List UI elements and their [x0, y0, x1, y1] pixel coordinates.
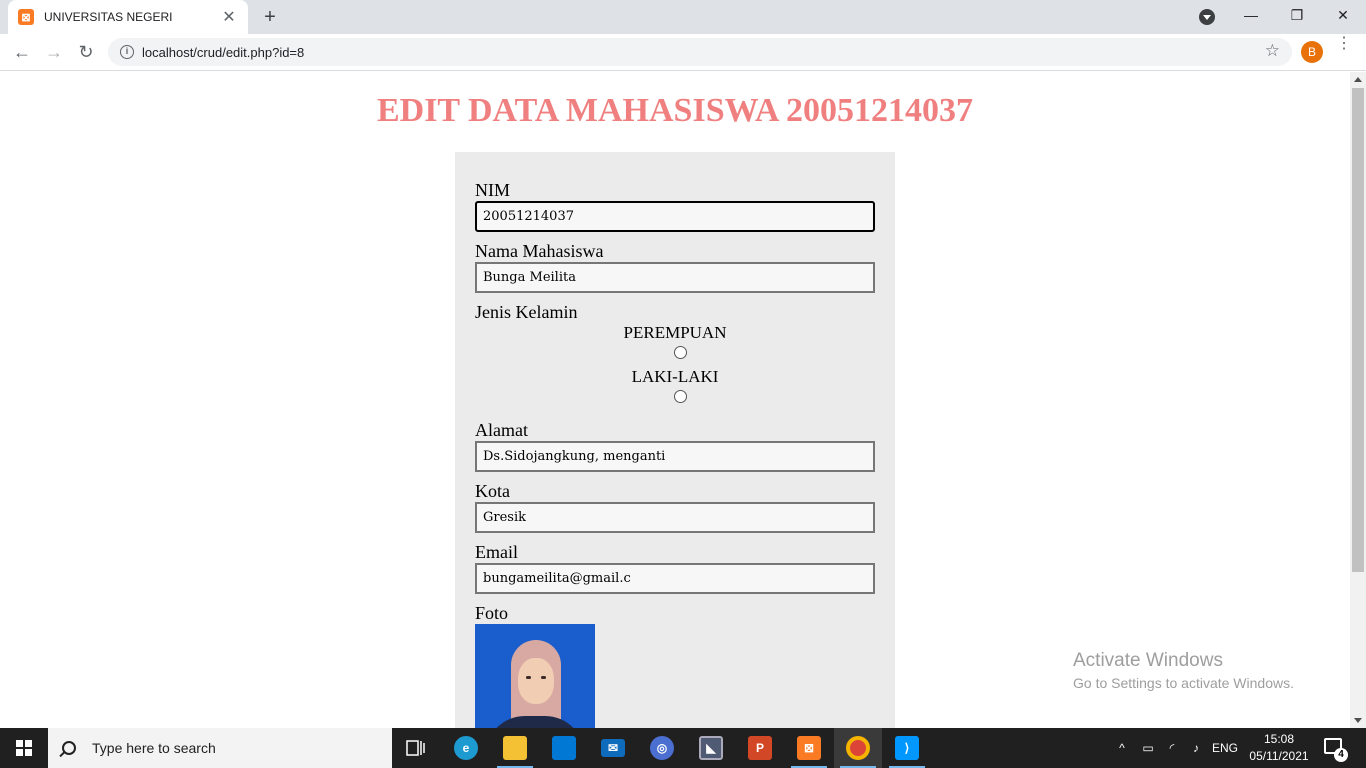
vscode-taskbar-button[interactable]: ⟩ [883, 728, 931, 768]
forward-button[interactable]: → [42, 40, 66, 64]
email-label: Email [475, 542, 518, 562]
search-icon [62, 741, 76, 755]
nim-input[interactable]: 20051214037 [475, 201, 875, 232]
reload-button[interactable]: ↻ [74, 40, 98, 64]
battery-icon[interactable]: ▭ [1138, 728, 1158, 768]
foto-label: Foto [475, 603, 509, 623]
windows-taskbar: Type here to search e ✉ ◎ ◣ P ⊠ ⟩ ^ ▭ ◜ … [0, 728, 1366, 768]
powerpoint-icon: P [748, 736, 772, 760]
gender-male-radio[interactable] [673, 390, 687, 403]
file-explorer-taskbar-button[interactable] [491, 728, 539, 768]
edit-form: NIM 20051214037 Nama Mahasiswa Bunga Mei… [455, 152, 895, 728]
kota-label: Kota [475, 481, 510, 501]
volume-icon[interactable]: ♪ [1186, 728, 1206, 768]
chrome-alt-taskbar-button[interactable]: ◎ [638, 728, 686, 768]
scroll-down-icon[interactable] [1354, 718, 1362, 723]
address-bar[interactable]: i localhost/crud/edit.php?id=8 ☆ [108, 38, 1292, 66]
xampp-favicon-icon: ⊠ [18, 9, 34, 25]
close-window-button[interactable]: ✕ [1320, 0, 1366, 32]
task-view-icon [406, 740, 425, 756]
bookmark-star-icon[interactable]: ☆ [1265, 41, 1280, 61]
alamat-input[interactable]: Ds.Sidojangkung, menganti [475, 441, 875, 472]
edge-icon: e [454, 736, 478, 760]
nim-label: NIM [475, 180, 510, 200]
mail-taskbar-button[interactable]: ✉ [589, 728, 637, 768]
snipping-taskbar-button[interactable]: ◣ [687, 728, 735, 768]
taskbar-search[interactable]: Type here to search [48, 728, 392, 768]
page-title: EDIT DATA MAHASISWA 20051214037 [376, 92, 974, 129]
chrome-taskbar-button[interactable] [834, 728, 882, 768]
search-placeholder: Type here to search [92, 740, 216, 756]
browser-tab[interactable]: ⊠ UNIVERSITAS NEGERI ✕ [8, 0, 248, 34]
folder-icon [503, 736, 527, 760]
gender-female-radio[interactable] [673, 346, 687, 359]
gender-option-female-label: PEREMPUAN [623, 323, 727, 342]
url-text[interactable]: localhost/crud/edit.php?id=8 [142, 45, 304, 60]
store-taskbar-button[interactable] [540, 728, 588, 768]
tab-close-icon[interactable]: ✕ [220, 7, 238, 27]
page-scrollbar[interactable] [1350, 72, 1366, 728]
email-input[interactable]: bungameilita@gmail.c [475, 563, 875, 594]
browser-tab-strip: ⊠ UNIVERSITAS NEGERI ✕ + — ❐ ✕ [0, 0, 1366, 34]
minimize-button[interactable]: — [1228, 0, 1274, 32]
gender-label: Jenis Kelamin [475, 302, 578, 322]
edge-taskbar-button[interactable]: e [442, 728, 490, 768]
page-viewport: EDIT DATA MAHASISWA 20051214037 NIM 2005… [0, 72, 1350, 728]
scroll-thumb[interactable] [1352, 88, 1364, 572]
restore-button[interactable]: ❐ [1274, 0, 1320, 32]
kota-input[interactable]: Gresik [475, 502, 875, 533]
store-bag-icon [552, 736, 576, 760]
chrome-icon [846, 736, 870, 760]
task-view-button[interactable] [392, 728, 440, 768]
activate-windows-watermark: Activate Windows Go to Settings to activ… [1073, 650, 1294, 691]
tab-title: UNIVERSITAS NEGERI [44, 10, 173, 24]
student-photo [475, 624, 595, 728]
profile-menu-icon[interactable] [1199, 9, 1215, 25]
browser-toolbar: ← → ↻ i localhost/crud/edit.php?id=8 ☆ B… [0, 34, 1366, 71]
vscode-icon: ⟩ [895, 736, 919, 760]
alamat-label: Alamat [475, 420, 528, 440]
start-button[interactable] [0, 728, 48, 768]
gender-option-male-label: LAKI-LAKI [631, 367, 719, 386]
gender-radio-group: PEREMPUAN LAKI-LAKI [475, 323, 875, 411]
powerpoint-taskbar-button[interactable]: P [736, 728, 784, 768]
watermark-subtitle: Go to Settings to activate Windows. [1073, 675, 1294, 691]
nama-input[interactable]: Bunga Meilita [475, 262, 875, 293]
xampp-icon: ⊠ [797, 736, 821, 760]
back-button[interactable]: ← [10, 40, 34, 64]
browser-menu-icon[interactable]: ⋮ [1336, 36, 1352, 52]
wifi-icon[interactable]: ◜ [1162, 728, 1182, 768]
mail-icon: ✉ [601, 739, 625, 757]
snip-icon: ◣ [699, 736, 723, 760]
nama-label: Nama Mahasiswa [475, 241, 604, 261]
site-info-icon[interactable]: i [120, 45, 134, 59]
notification-count-badge: 4 [1334, 748, 1348, 762]
xampp-taskbar-button[interactable]: ⊠ [785, 728, 833, 768]
browser-circle-icon: ◎ [650, 736, 674, 760]
clock-date: 05/11/2021 [1249, 749, 1309, 763]
tray-chevron-icon[interactable]: ^ [1112, 728, 1132, 768]
windows-logo-icon [16, 740, 32, 756]
profile-avatar[interactable]: B [1301, 41, 1323, 63]
language-indicator[interactable]: ENG [1210, 728, 1240, 768]
watermark-title: Activate Windows [1073, 650, 1223, 671]
clock-time: 15:08 [1263, 732, 1295, 746]
new-tab-button[interactable]: + [258, 6, 282, 28]
taskbar-clock[interactable]: 15:08 05/11/2021 [1244, 731, 1314, 765]
scroll-up-icon[interactable] [1354, 77, 1362, 82]
